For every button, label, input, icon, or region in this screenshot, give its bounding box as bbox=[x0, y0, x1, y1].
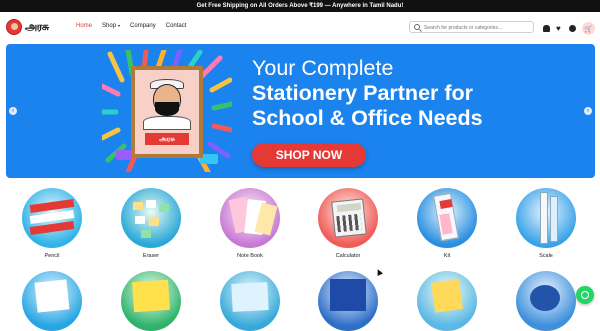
nav-shop[interactable]: Shop ▾ bbox=[102, 23, 120, 29]
whatsapp-icon[interactable] bbox=[576, 286, 594, 304]
category-label: Pencil bbox=[44, 253, 60, 259]
category-label: Scale bbox=[539, 253, 553, 259]
headline-line-1: Your Complete bbox=[252, 56, 394, 80]
user-icon[interactable] bbox=[569, 25, 576, 32]
search-input[interactable] bbox=[424, 23, 529, 32]
category-notebook[interactable]: Note Book bbox=[218, 188, 282, 259]
banner-headline: Your Complete Stationery Partner for Sch… bbox=[252, 56, 552, 131]
logo-icon bbox=[6, 19, 22, 35]
category-tile[interactable] bbox=[220, 271, 280, 331]
header-actions: ♥ 🛒 bbox=[543, 22, 595, 35]
chevron-down-icon: ▾ bbox=[118, 23, 121, 28]
nav-contact[interactable]: Contact bbox=[166, 23, 187, 29]
chevron-left-icon[interactable]: ‹ bbox=[9, 107, 17, 115]
promo-text: Get Free Shipping on All Orders Above ₹1… bbox=[196, 3, 404, 9]
shop-now-button[interactable]: SHOP NOW bbox=[252, 143, 366, 167]
heart-icon[interactable]: ♥ bbox=[556, 25, 563, 33]
pencil-icon bbox=[22, 188, 82, 248]
portrait-frame: அரசு bbox=[131, 66, 203, 158]
cart-icon[interactable]: 🛒 bbox=[582, 22, 595, 35]
category-pencil[interactable]: Pencil bbox=[20, 188, 84, 259]
category-tile[interactable] bbox=[516, 271, 576, 331]
hero-banner[interactable]: அரசு Your Complete Stationery Partner fo… bbox=[6, 44, 595, 178]
shawl-shape bbox=[143, 116, 191, 130]
scale-icon bbox=[516, 188, 576, 248]
calculator-icon bbox=[318, 188, 378, 248]
brand-tagline: stationery bbox=[29, 25, 43, 29]
nav-shop-label: Shop bbox=[102, 23, 117, 29]
brand-logo[interactable]: அரசு bbox=[6, 18, 49, 36]
category-eraser[interactable]: Eraser bbox=[119, 188, 183, 259]
category-row-2 bbox=[0, 271, 600, 331]
nav-company[interactable]: Company bbox=[130, 23, 156, 29]
notebook-icon bbox=[220, 188, 280, 248]
category-scale[interactable]: Scale bbox=[514, 188, 578, 259]
category-label: Note Book bbox=[237, 253, 263, 259]
category-label: Calculator bbox=[335, 253, 361, 259]
category-kit[interactable]: Kit bbox=[415, 188, 479, 259]
kit-icon bbox=[417, 188, 477, 248]
category-tile[interactable] bbox=[22, 271, 82, 331]
headline-line-2: Stationery Partner for bbox=[252, 81, 474, 105]
category-label: Eraser bbox=[142, 253, 160, 259]
beard-shape bbox=[155, 102, 179, 116]
promo-bar: Get Free Shipping on All Orders Above ₹1… bbox=[0, 0, 600, 12]
header: அரசு stationery Home Shop ▾ Company Conta… bbox=[0, 12, 600, 42]
bell-icon[interactable] bbox=[543, 25, 550, 32]
category-tile[interactable] bbox=[121, 271, 181, 331]
category-calculator[interactable]: Calculator bbox=[316, 188, 380, 259]
frame-brand: அரசு bbox=[145, 133, 189, 145]
main-nav: Home Shop ▾ Company Contact bbox=[76, 23, 186, 29]
category-tile[interactable] bbox=[318, 271, 378, 331]
category-label: Kit bbox=[443, 253, 451, 259]
search-icon[interactable] bbox=[414, 24, 420, 30]
headline-line-3: School & Office Needs bbox=[252, 106, 483, 130]
nav-home[interactable]: Home bbox=[76, 23, 92, 29]
category-tile[interactable] bbox=[417, 271, 477, 331]
search-box bbox=[409, 21, 534, 33]
eraser-icon bbox=[121, 188, 181, 248]
chevron-right-icon[interactable]: › bbox=[584, 107, 592, 115]
